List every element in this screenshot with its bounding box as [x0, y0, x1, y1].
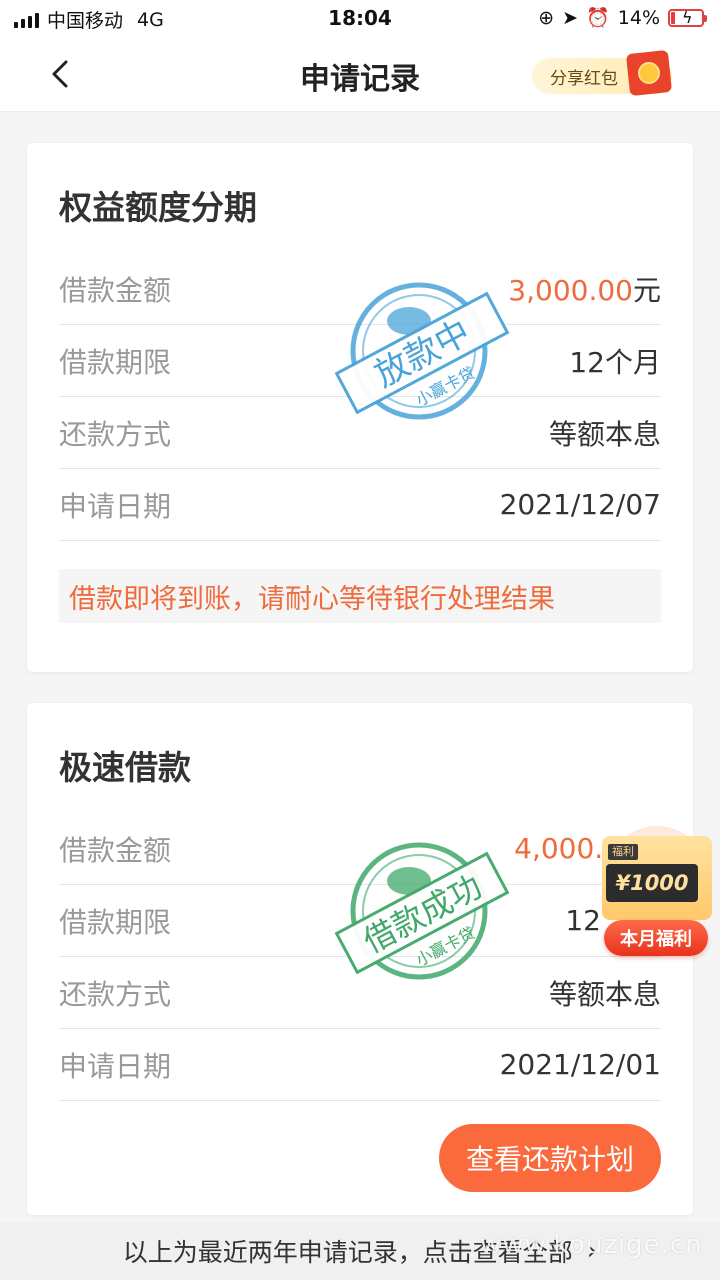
loan-amount: 3,000.00 — [508, 273, 633, 307]
status-notice: 借款即将到账，请耐心等待银行处理结果 — [59, 569, 661, 623]
watermark: www.kouzige.cn — [480, 1230, 703, 1260]
card-title: 极速借款 — [59, 748, 191, 787]
row-value: 3,000.00元 — [508, 269, 661, 309]
row-label: 借款期限 — [59, 345, 172, 379]
view-repay-plan-button[interactable]: 查看还款计划 — [439, 1124, 661, 1192]
row-apply-date: 申请日期 2021/12/01 — [59, 1029, 661, 1101]
alarm-icon: ⏰ — [586, 7, 610, 29]
row-value: 2021/12/01 — [499, 1048, 661, 1081]
row-label: 还款方式 — [59, 977, 172, 1011]
row-label: 借款金额 — [59, 273, 172, 307]
row-label: 还款方式 — [59, 417, 172, 451]
status-bar: 中国移动 4G 18:04 ⊕ ➤ ⏰ 14% ϟ — [0, 0, 720, 38]
card-title: 权益额度分期 — [59, 188, 257, 227]
stamp-graphic: 借款成功 小赢卡贷 — [334, 842, 510, 980]
loan-record-card-1: 权益额度分期 借款金额 3,000.00元 借款期限 12个月 还款方式 等额本… — [27, 143, 693, 672]
battery-percent: 14% — [617, 6, 660, 29]
stamp-disbursing: 放款中 小赢卡贷 — [327, 273, 517, 423]
loan-record-card-2: 极速借款 借款金额 4,000.0 借款期限 12 还款方式 等额本息 申请日期… — [27, 703, 693, 1215]
row-value: 等额本息 — [548, 977, 661, 1011]
status-right: ⊕ ➤ ⏰ 14% ϟ — [538, 6, 707, 29]
stamp-loan-success: 借款成功 小赢卡贷 — [327, 833, 517, 983]
share-label: 分享红包 — [550, 68, 618, 89]
row-value: 12个月 — [569, 345, 661, 379]
row-label: 申请日期 — [59, 1049, 172, 1083]
row-label: 申请日期 — [59, 489, 172, 523]
row-value: 12 — [565, 904, 601, 937]
row-label: 借款金额 — [59, 833, 172, 867]
row-value: 等额本息 — [548, 417, 661, 451]
welfare-tag: 福利 — [608, 844, 638, 860]
welfare-card: 福利 ¥1000 — [602, 836, 712, 920]
row-apply-date: 申请日期 2021/12/07 — [59, 469, 661, 541]
location-icon: ➤ — [562, 6, 579, 29]
red-packet-icon[interactable] — [625, 49, 673, 97]
welfare-amount: ¥1000 — [606, 864, 698, 902]
rotation-lock-icon: ⊕ — [538, 6, 555, 29]
welfare-label: 本月福利 — [604, 920, 708, 956]
row-value: 2021/12/07 — [499, 488, 661, 521]
stamp-graphic: 放款中 小赢卡贷 — [334, 282, 510, 420]
row-label: 借款期限 — [59, 905, 172, 939]
nav-bar: 申请记录 分享红包 — [0, 38, 720, 112]
currency-unit: 元 — [632, 273, 661, 307]
battery-icon: ϟ — [668, 8, 707, 27]
monthly-welfare-badge[interactable]: 福利 ¥1000 本月福利 — [598, 826, 716, 960]
